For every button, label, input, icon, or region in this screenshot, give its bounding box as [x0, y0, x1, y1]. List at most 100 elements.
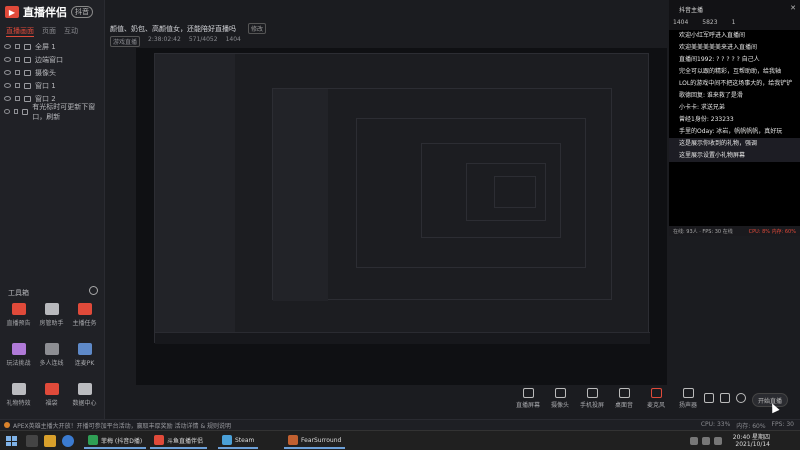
tool-icon [44, 303, 59, 315]
control-label: 扬声器 [678, 402, 697, 409]
monitor-icon [522, 388, 534, 398]
phone-icon [586, 388, 598, 398]
taskbar-app[interactable]: 斗鱼直播伴侣 [150, 433, 208, 449]
preview-nested-frame [494, 176, 536, 208]
notice-text[interactable]: APEX英雄主播大开放！开播可参加平台活动，赢取丰厚奖励 活动详情 & 规则说明 [13, 421, 231, 430]
memory-status: 内存: 60% [736, 423, 766, 430]
windows-start-icon[interactable] [6, 436, 17, 446]
chat-gift-message: 这里展示设置小礼物屏幕 [669, 150, 800, 162]
preview-nested-left-panel [155, 54, 235, 344]
live-preview[interactable] [136, 48, 667, 385]
chat-footer: 在线: 93人 · FPS: 30 在线 CPU: 8% 内存: 60% [669, 226, 800, 236]
control-label: 手机投屏 [579, 402, 604, 409]
lock-icon[interactable] [15, 96, 20, 101]
settings-icon[interactable] [736, 393, 746, 403]
control-speaker[interactable]: 桌面音 [611, 388, 637, 409]
app-logo: ▶ 直播伴侣 抖音 [5, 5, 93, 19]
toolbox-tool[interactable]: 福袋 [35, 383, 68, 417]
host-name: 抖音主播 [679, 7, 704, 14]
eye-icon[interactable] [4, 57, 11, 62]
likes-text: 1404 [225, 36, 241, 43]
taskbar-app[interactable]: 菲梅 (抖音D播) [84, 433, 147, 449]
toolbox-tool[interactable]: 连麦PK [68, 343, 101, 377]
layer-item[interactable]: 有光标时可更新下窗口，刷新 [4, 103, 104, 121]
taskbar-app[interactable]: FearSurround [284, 433, 346, 449]
edit-title-button[interactable]: 修改 [248, 23, 267, 34]
layer-label: 窗口 1 [35, 81, 56, 90]
taskbar-app[interactable]: Steam [218, 433, 259, 449]
tool-label: 直播预告 [6, 320, 31, 327]
layer-item[interactable]: 摄像头 [4, 66, 104, 79]
window-icon [24, 56, 31, 63]
layer-item[interactable]: 边端窗口 [4, 53, 104, 66]
stat-likes: 1404 [673, 19, 689, 26]
folder-icon[interactable] [44, 435, 56, 447]
clock-time: 20:40 星期四 [732, 434, 770, 441]
close-icon[interactable]: ✕ [790, 4, 796, 12]
tool-label: 玩法挑战 [6, 360, 31, 367]
toolbox-tool[interactable]: 玩法挑战 [2, 343, 35, 377]
search-icon[interactable] [26, 435, 38, 447]
stream-meta: 游戏直播 2:38:02:42 571/4052 1404 [110, 36, 241, 47]
eye-icon[interactable] [4, 109, 10, 114]
tab-page[interactable]: 页面 [42, 26, 56, 37]
source-controls: 直播屏幕 摄像头 手机投屏 桌面音 麦克风 扬声器 [515, 388, 701, 409]
chat-gift-message: 这是展示你收到的礼物，强调 [669, 138, 800, 150]
toolbox-tool[interactable]: 房管助手 [35, 303, 68, 337]
chat-message-list[interactable]: 欢迎小红军呼进入直播间 欢迎美美美美美来进入直播间 直播间1992: ? ? ? ?… [669, 30, 800, 162]
toolbox-tool[interactable]: 礼物特效 [2, 383, 35, 417]
lock-icon[interactable] [15, 57, 20, 62]
chat-message: 欢迎小红军呼进入直播间 [679, 32, 746, 39]
layer-label: 边端窗口 [35, 55, 63, 64]
tab-interact[interactable]: 互动 [64, 26, 78, 37]
eye-icon[interactable] [4, 44, 11, 49]
control-camera[interactable]: 摄像头 [547, 388, 573, 409]
gear-icon[interactable] [89, 286, 98, 295]
app-icon [288, 435, 298, 445]
toolbox-tool[interactable]: 多人连线 [35, 343, 68, 377]
lock-icon[interactable] [15, 44, 20, 49]
lock-icon[interactable] [15, 70, 20, 75]
taskbar-app-label: 斗鱼直播伴侣 [167, 437, 204, 445]
tab-scene[interactable]: 直播画面 [6, 26, 34, 37]
tool-icon [11, 343, 26, 355]
eye-icon[interactable] [4, 96, 11, 101]
control-label: 直播屏幕 [515, 402, 540, 409]
toolbox-tool[interactable]: 直播预告 [2, 303, 35, 337]
ime-icon[interactable] [714, 437, 722, 445]
tool-icon [11, 383, 26, 395]
app-icon [88, 435, 98, 445]
layer-label: 有光标时可更新下窗口，刷新 [32, 102, 96, 121]
lock-icon[interactable] [15, 83, 20, 88]
text-icon [22, 108, 29, 115]
toolbox-tool[interactable]: 数据中心 [68, 383, 101, 417]
browser-icon[interactable] [62, 435, 74, 447]
tool-icon [77, 343, 92, 355]
control-phone[interactable]: 手机投屏 [579, 388, 605, 409]
chat-stats: 1404 5823 1 [673, 19, 735, 26]
record-icon[interactable] [704, 393, 714, 403]
fps-status: FPS: 30 [771, 421, 794, 428]
volume-icon [682, 388, 694, 398]
control-mic[interactable]: 麦克风 [643, 388, 669, 409]
volume-icon[interactable] [702, 437, 710, 445]
toolbox-tool[interactable]: 主播任务 [68, 303, 101, 337]
clock[interactable]: 20:40 星期四 2021/10/14 [733, 434, 770, 448]
version-badge[interactable]: 抖音 [71, 6, 93, 18]
control-volume[interactable]: 扬声器 [675, 388, 701, 409]
control-label: 桌面音 [614, 402, 633, 409]
layer-label: 全屏 1 [35, 42, 56, 51]
toolbox-title: 工具箱 [8, 289, 29, 297]
chat-footer-right: CPU: 8% 内存: 60% [748, 228, 796, 235]
network-icon[interactable] [690, 437, 698, 445]
category-tag[interactable]: 游戏直播 [110, 36, 141, 47]
lock-icon[interactable] [13, 109, 19, 114]
eye-icon[interactable] [4, 83, 11, 88]
layer-item[interactable]: 全屏 1 [4, 40, 104, 53]
screenshot-icon[interactable] [720, 393, 730, 403]
screen-icon [24, 43, 31, 50]
layer-item[interactable]: 窗口 1 [4, 79, 104, 92]
eye-icon[interactable] [4, 70, 11, 75]
control-monitor[interactable]: 直播屏幕 [515, 388, 541, 409]
chat-message: 完全可以跟的精彩，互帮助助，给我轴 [679, 68, 782, 75]
